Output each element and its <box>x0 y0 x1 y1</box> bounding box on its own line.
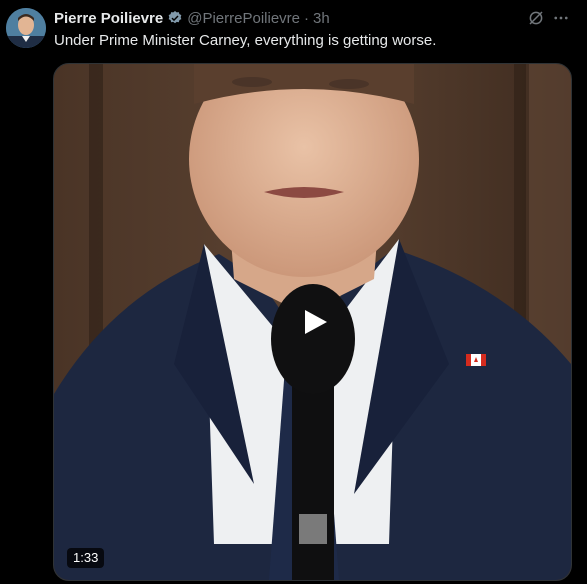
author-name[interactable]: Pierre Poilievre <box>54 10 163 27</box>
tweet: Pierre Poilievre @PierrePoilievre · 3h U… <box>0 0 587 584</box>
video-player[interactable]: 1:33 <box>53 63 572 581</box>
separator-dot: · <box>304 9 309 27</box>
author-handle[interactable]: @PierrePoilievre <box>187 10 300 27</box>
more-options-icon[interactable] <box>552 9 570 27</box>
avatar-image <box>6 8 46 48</box>
post-header: Pierre Poilievre @PierrePoilievre · 3h <box>54 8 587 28</box>
post-timestamp[interactable]: 3h <box>313 10 330 27</box>
play-icon[interactable] <box>275 297 355 347</box>
grok-icon[interactable] <box>527 9 545 27</box>
author-avatar[interactable] <box>6 8 46 48</box>
verified-badge-icon <box>168 11 182 24</box>
video-duration: 1:33 <box>67 548 105 568</box>
post-text: Under Prime Minister Carney, everything … <box>54 32 437 49</box>
